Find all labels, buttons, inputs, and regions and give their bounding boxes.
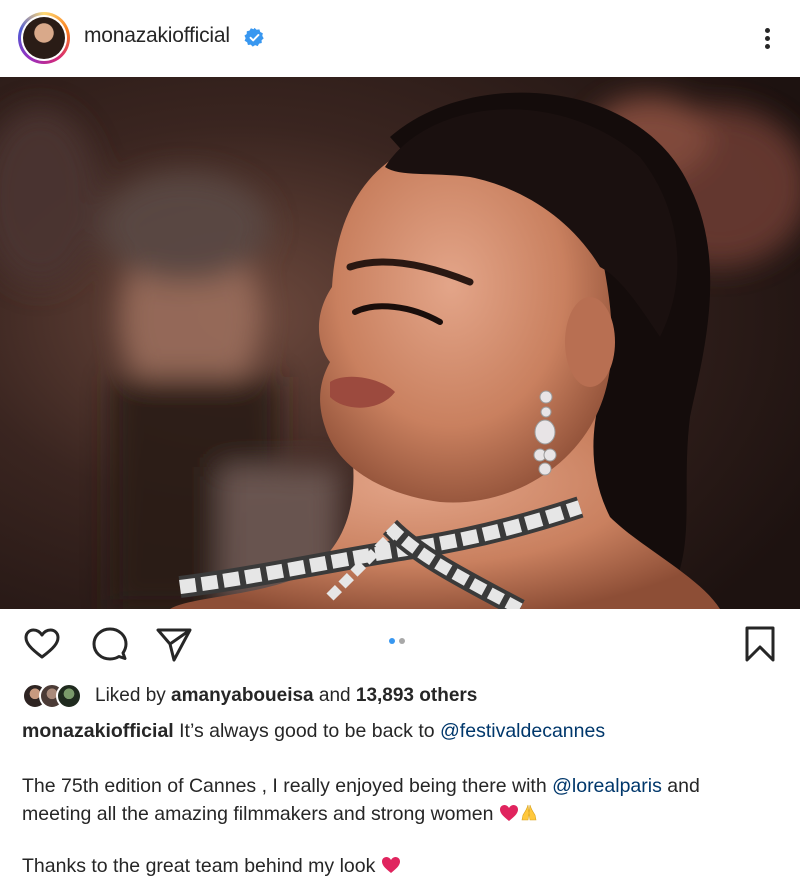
likes-row[interactable]: Liked by amanyaboueisa and 13,893 others: [22, 682, 477, 710]
caption-paragraph-3: Thanks to the great team behind my look: [22, 852, 782, 880]
liker-username[interactable]: amanyaboueisa: [171, 685, 314, 706]
folded-hands-emoji-icon: [521, 804, 537, 821]
bookmark-icon[interactable]: [740, 624, 780, 664]
post-photo[interactable]: [0, 77, 800, 609]
caption-paragraph-2: The 75th edition of Cannes , I really en…: [22, 775, 700, 825]
likes-text: Liked by amanyaboueisa and 13,893 others: [95, 685, 478, 706]
carousel-dot-active: [389, 638, 395, 644]
red-heart-emoji-icon: [499, 805, 518, 821]
comment-icon[interactable]: [90, 624, 130, 664]
caption-line-1: monazakiofficial It’s always good to be …: [22, 720, 606, 742]
caption-username[interactable]: monazakiofficial: [22, 720, 174, 742]
heart-icon[interactable]: [22, 624, 62, 664]
more-options-icon[interactable]: [757, 20, 777, 56]
profile-avatar[interactable]: [18, 12, 70, 64]
mention-lorealparis[interactable]: @lorealparis: [552, 775, 662, 797]
red-heart-emoji-icon: [381, 857, 400, 873]
portrait-image: [0, 77, 800, 609]
send-icon[interactable]: [154, 624, 194, 664]
post-username[interactable]: monazakiofficial: [84, 24, 230, 48]
likes-count[interactable]: 13,893 others: [356, 685, 477, 706]
liker-avatar: [56, 683, 82, 709]
post-header: monazakiofficial: [0, 0, 800, 76]
verified-badge-icon: [244, 27, 264, 47]
mention-festivaldecannes[interactable]: @festivaldecannes: [440, 720, 605, 742]
carousel-dot: [399, 638, 405, 644]
carousel-indicator: [389, 638, 405, 644]
